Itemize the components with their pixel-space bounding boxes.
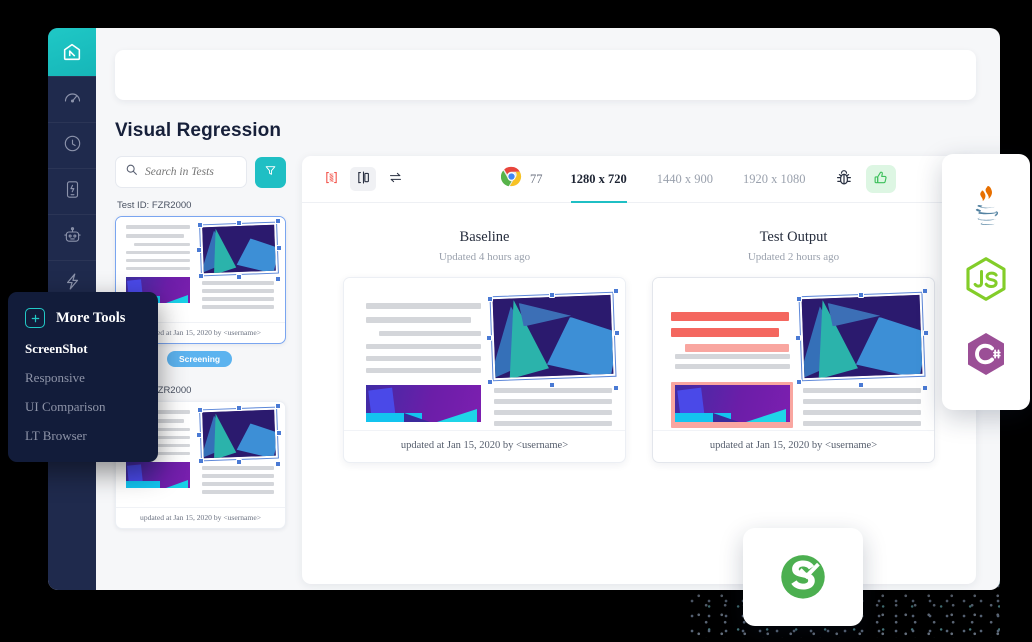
more-tools-title: More Tools bbox=[56, 309, 126, 326]
more-tools-item-screenshot[interactable]: ScreenShot bbox=[25, 341, 158, 357]
selenium-badge bbox=[743, 528, 863, 626]
view-mode-swap[interactable] bbox=[382, 167, 408, 191]
java-icon[interactable] bbox=[962, 181, 1010, 234]
thumbs-up-icon bbox=[873, 170, 889, 189]
app-window: Visual Regression Search in Tests Test I… bbox=[48, 28, 1000, 590]
tab-resolution-1440x900[interactable]: 1440 x 900 bbox=[657, 156, 713, 203]
resolution-tabs: 1280 x 720 1440 x 900 1920 x 1080 bbox=[570, 156, 806, 203]
language-panel bbox=[942, 154, 1030, 410]
app-topbar bbox=[115, 50, 976, 100]
side-by-side-split-icon bbox=[356, 170, 371, 188]
compare-column-baseline: Baseline Updated 4 hours ago updated at … bbox=[343, 229, 626, 463]
more-tools-item-ui-comparison[interactable]: UI Comparison bbox=[25, 399, 158, 415]
sidebar-item-devices[interactable] bbox=[48, 168, 96, 214]
test-footer: updated at Jan 15, 2020 by <username> bbox=[116, 507, 285, 528]
view-mode-group bbox=[318, 167, 408, 191]
compare-pane: 77 1280 x 720 1440 x 900 1920 x 1080 Bas… bbox=[302, 156, 976, 584]
column-title: Test Output bbox=[759, 229, 828, 245]
search-row bbox=[115, 156, 286, 188]
app-content: Visual Regression Search in Tests Test I… bbox=[96, 28, 1000, 590]
csharp-icon[interactable] bbox=[962, 330, 1010, 383]
sidebar-item-automation[interactable] bbox=[48, 214, 96, 260]
robot-icon bbox=[62, 225, 83, 251]
more-tools-item-lt-browser[interactable]: LT Browser bbox=[25, 428, 158, 444]
column-title: Baseline bbox=[459, 229, 510, 245]
swap-arrows-icon bbox=[388, 170, 403, 188]
screenshot-stage: Visual Regression Search in Tests Test I… bbox=[0, 0, 1032, 642]
sidebar-item-performance[interactable] bbox=[48, 76, 96, 122]
column-subtitle: Updated 4 hours ago bbox=[438, 251, 531, 263]
toolbar-actions bbox=[832, 165, 896, 193]
test-output-screenshot-card[interactable]: updated at Jan 15, 2020 by <username> bbox=[652, 277, 935, 463]
search-icon bbox=[125, 163, 138, 181]
page-title: Visual Regression bbox=[115, 120, 282, 141]
chrome-icon bbox=[500, 166, 522, 192]
search-box[interactable] bbox=[115, 156, 247, 188]
test-id-label: Test ID: FZR2000 bbox=[117, 200, 192, 211]
more-tools-popup: More Tools ScreenShot Responsive UI Comp… bbox=[8, 292, 158, 462]
compare-column-test-output: Test Output Updated 2 hours ago updated … bbox=[652, 229, 935, 463]
test-output-canvas bbox=[653, 278, 934, 430]
compare-toolbar: 77 1280 x 720 1440 x 900 1920 x 1080 bbox=[302, 156, 976, 203]
tab-resolution-1280x720[interactable]: 1280 x 720 bbox=[570, 156, 627, 203]
filter-button[interactable] bbox=[255, 156, 286, 188]
clock-icon bbox=[62, 133, 83, 159]
baseline-canvas bbox=[344, 278, 625, 430]
report-bug-button[interactable] bbox=[832, 167, 856, 191]
baseline-screenshot-card[interactable]: updated at Jan 15, 2020 by <username> bbox=[343, 277, 626, 463]
more-tools-item-responsive[interactable]: Responsive bbox=[25, 370, 158, 386]
column-head: Test Output Updated 2 hours ago bbox=[652, 229, 935, 263]
nodejs-icon[interactable] bbox=[962, 255, 1010, 308]
topbar-wrapper bbox=[96, 28, 1000, 100]
baseline-footer: updated at Jan 15, 2020 by <username> bbox=[344, 430, 625, 462]
more-tools-header[interactable]: More Tools bbox=[25, 308, 158, 328]
browser-version: 77 bbox=[530, 171, 543, 186]
column-head: Baseline Updated 4 hours ago bbox=[343, 229, 626, 263]
lambdatest-logo-icon[interactable] bbox=[48, 28, 96, 76]
diff-overlay-icon bbox=[324, 170, 339, 188]
plus-square-icon bbox=[25, 308, 45, 328]
test-output-footer: updated at Jan 15, 2020 by <username> bbox=[653, 430, 934, 462]
tab-resolution-1920x1080[interactable]: 1920 x 1080 bbox=[743, 156, 806, 203]
body-row: Test ID: FZR2000 bbox=[96, 156, 1000, 584]
view-mode-diff-overlay[interactable] bbox=[318, 167, 344, 191]
bug-icon bbox=[834, 169, 854, 191]
view-mode-side-by-side[interactable] bbox=[350, 167, 376, 191]
browser-chip: 77 bbox=[500, 166, 543, 192]
search-input[interactable] bbox=[145, 166, 237, 178]
speedometer-icon bbox=[62, 87, 83, 113]
sidebar-item-history[interactable] bbox=[48, 122, 96, 168]
column-subtitle: Updated 2 hours ago bbox=[747, 251, 840, 263]
filter-funnel-icon bbox=[264, 164, 277, 180]
compare-body: Baseline Updated 4 hours ago updated at … bbox=[302, 203, 976, 463]
selenium-icon bbox=[774, 546, 832, 609]
approve-button[interactable] bbox=[865, 165, 896, 193]
mobile-device-icon bbox=[62, 179, 83, 205]
status-badge: Screening bbox=[167, 351, 233, 367]
